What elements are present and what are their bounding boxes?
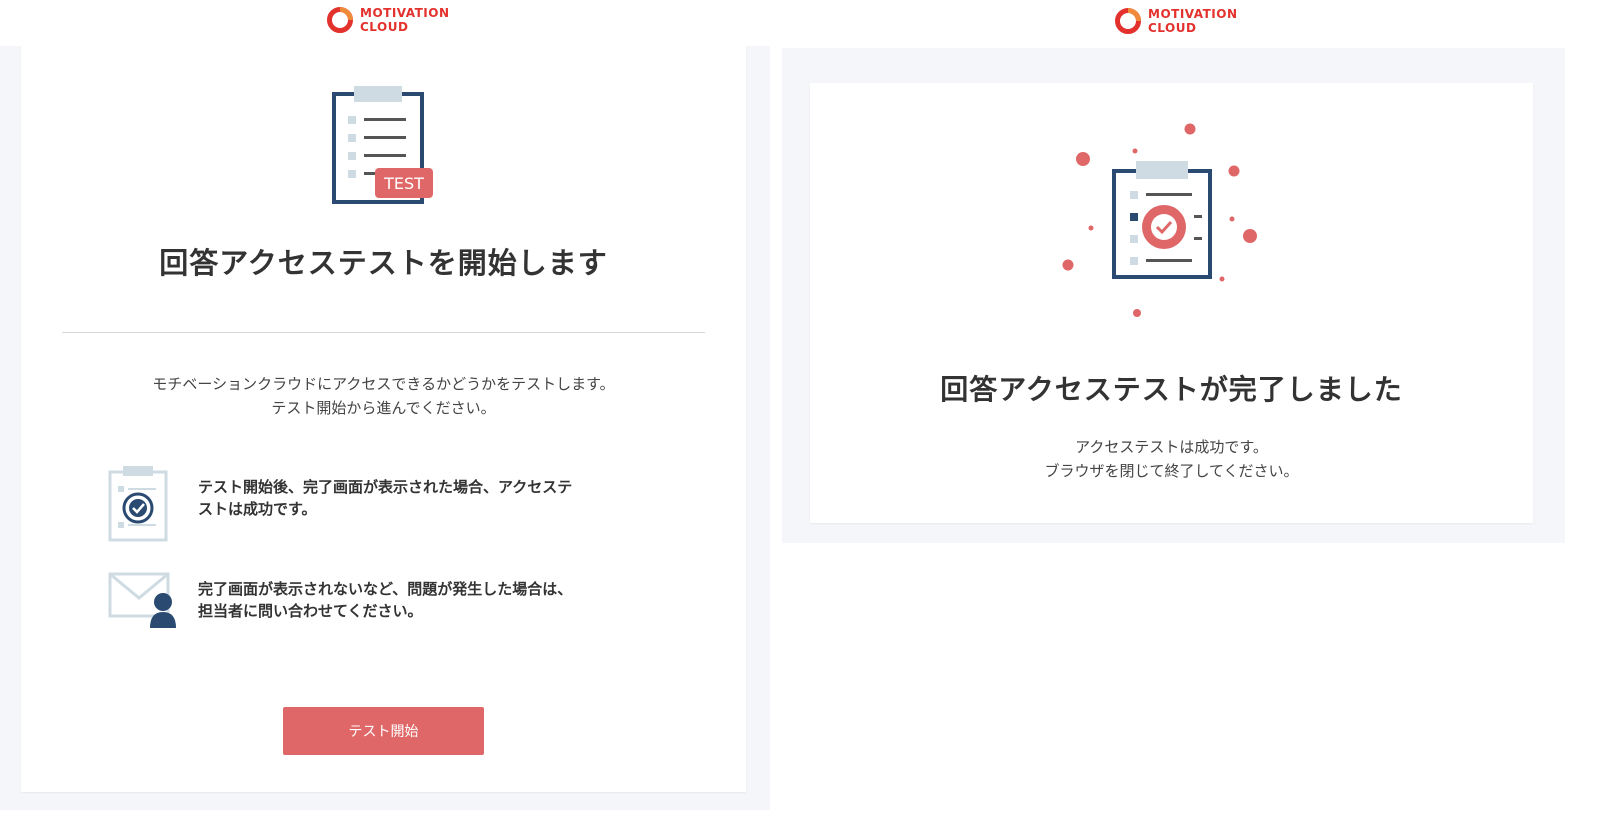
confetti-dot bbox=[1228, 165, 1240, 177]
clipboard-test-icon: TEST bbox=[332, 86, 433, 204]
intro-text: モチベーションクラウドにアクセスできるかどうかをテストします。 テスト開始から進… bbox=[21, 372, 746, 420]
intro-line-1: モチベーションクラウドにアクセスできるかどうかをテストします。 bbox=[152, 375, 615, 393]
access-test-complete-screen: MOTIVATION CLOUD 回答アクセステストが完了しました アクセステス… bbox=[782, 0, 1565, 543]
mail-person-icon bbox=[108, 572, 176, 628]
ring-logo-icon bbox=[1115, 8, 1141, 34]
brand-line1: MOTIVATION bbox=[360, 6, 450, 20]
brand-name: MOTIVATION CLOUD bbox=[1148, 7, 1238, 35]
info-success-text: テスト開始後、完了画面が表示された場合、アクセステ ストは成功です。 bbox=[198, 466, 648, 520]
header: MOTIVATION CLOUD bbox=[0, 0, 770, 46]
info-success-line-2: ストは成功です。 bbox=[198, 500, 317, 518]
result-line-2: ブラウザを閉じて終了してください。 bbox=[1044, 462, 1299, 480]
brand-name: MOTIVATION CLOUD bbox=[360, 6, 450, 34]
confetti-dot bbox=[1243, 229, 1257, 243]
info-problem-line-1: 完了画面が表示されないなど、問題が発生した場合は、 bbox=[198, 580, 573, 598]
confetti-dot bbox=[1133, 309, 1141, 317]
access-test-start-screen: MOTIVATION CLOUD TEST 回答アクセステストを開始します モチ… bbox=[0, 0, 770, 810]
clipboard-check-icon bbox=[108, 466, 168, 542]
confetti-dot bbox=[1132, 148, 1138, 154]
confetti-dot bbox=[1229, 216, 1235, 222]
divider bbox=[62, 332, 705, 333]
start-card: TEST 回答アクセステストを開始します モチベーションクラウドにアクセスできる… bbox=[21, 46, 746, 792]
confetti-dot bbox=[1184, 123, 1196, 135]
info-success: テスト開始後、完了画面が表示された場合、アクセステ ストは成功です。 bbox=[108, 466, 668, 546]
complete-card: 回答アクセステストが完了しました アクセステストは成功です。 ブラウザを閉じて終… bbox=[810, 83, 1533, 523]
brand-logo: MOTIVATION CLOUD bbox=[326, 6, 450, 34]
result-text: アクセステストは成功です。 ブラウザを閉じて終了してください。 bbox=[810, 435, 1533, 483]
brand-line2: CLOUD bbox=[1148, 21, 1197, 35]
confetti-dot bbox=[1076, 152, 1090, 166]
brand-logo: MOTIVATION CLOUD bbox=[1114, 7, 1238, 35]
brand-line1: MOTIVATION bbox=[1148, 7, 1238, 21]
confetti-dot bbox=[1088, 225, 1094, 231]
confetti-dot bbox=[1219, 276, 1225, 282]
result-line-1: アクセステストは成功です。 bbox=[1075, 438, 1268, 456]
clipboard-success-icon bbox=[1062, 123, 1257, 317]
test-badge: TEST bbox=[383, 174, 424, 193]
info-problem-line-2: 担当者に問い合わせてください。 bbox=[198, 602, 423, 620]
info-success-line-1: テスト開始後、完了画面が表示された場合、アクセステ bbox=[198, 478, 573, 496]
info-problem-text: 完了画面が表示されないなど、問題が発生した場合は、 担当者に問い合わせてください… bbox=[198, 568, 648, 622]
info-problem: 完了画面が表示されないなど、問題が発生した場合は、 担当者に問い合わせてください… bbox=[108, 568, 668, 636]
header: MOTIVATION CLOUD bbox=[782, 0, 1565, 48]
confetti-dot bbox=[1062, 259, 1074, 271]
ring-logo-icon bbox=[327, 7, 353, 33]
intro-line-2: テスト開始から進んでください。 bbox=[271, 399, 496, 417]
page-title: 回答アクセステストが完了しました bbox=[940, 373, 1403, 406]
page-title: 回答アクセステストを開始します bbox=[159, 246, 608, 280]
brand-line2: CLOUD bbox=[360, 20, 409, 34]
start-test-button[interactable]: テスト開始 bbox=[283, 707, 484, 755]
